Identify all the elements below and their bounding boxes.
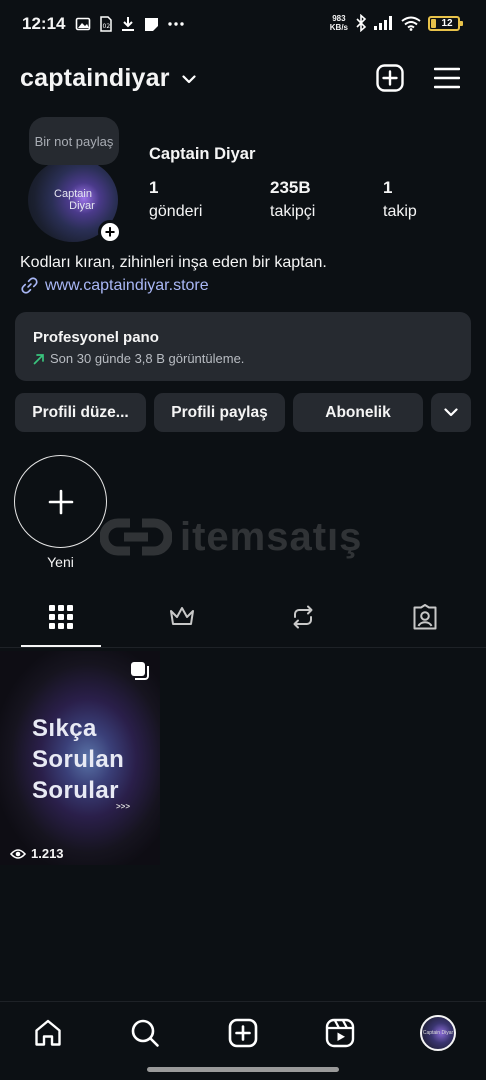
post-title-line3: Sorular xyxy=(32,777,119,804)
home-icon xyxy=(35,1019,61,1046)
stat-followers[interactable]: 235B takipçi xyxy=(270,176,383,224)
battery-level: 12 xyxy=(441,17,453,29)
post-view-count: 1.213 xyxy=(10,846,64,861)
notification-icon xyxy=(145,17,159,31)
dashboard-title: Profesyonel pano xyxy=(33,329,159,346)
trend-up-icon xyxy=(33,353,44,364)
post-title-line2: Sorulan xyxy=(32,746,125,773)
profile-stats: 1 gönderi 235B takipçi 1 takip xyxy=(149,176,417,224)
header-actions xyxy=(376,64,460,92)
post-views-value: 1.213 xyxy=(31,846,64,861)
stat-posts[interactable]: 1 gönderi xyxy=(149,176,270,224)
post-title-line1: Sıkça xyxy=(32,715,97,742)
watermark-text: itemsatış xyxy=(180,514,363,559)
status-bar: 12:14 02 983 KB/s 12 xyxy=(0,0,486,48)
reels-icon xyxy=(325,1018,355,1048)
profile-actions: Profili düze... Profili paylaş Abonelik xyxy=(15,393,471,432)
profile-avatar: Captain Diyar xyxy=(420,1015,456,1051)
note-bubble[interactable]: Bir not paylaş xyxy=(29,117,119,165)
avatar-text-line1: Captain xyxy=(54,188,92,200)
profile-header: captaindiyar xyxy=(20,58,460,98)
reposts-icon xyxy=(293,605,313,629)
svg-text:02: 02 xyxy=(103,23,111,30)
dashboard-subtitle: Son 30 günde 3,8 B görüntüleme. xyxy=(50,351,245,366)
search-icon xyxy=(131,1019,159,1047)
new-highlight[interactable]: Yeni xyxy=(14,455,107,570)
tab-subscriptions[interactable] xyxy=(142,600,222,648)
new-highlight-circle[interactable] xyxy=(14,455,107,548)
nav-profile[interactable]: Captain Diyar xyxy=(418,1013,458,1053)
home-indicator[interactable] xyxy=(147,1067,339,1072)
add-story-plus-icon[interactable]: + xyxy=(98,220,122,244)
plus-icon xyxy=(48,489,73,514)
download-icon xyxy=(122,17,135,31)
post-tile[interactable]: Sıkça Sorulan Sorular >>> 1.213 xyxy=(0,651,160,865)
status-right-icons: 983 KB/s 12 xyxy=(330,14,463,32)
more-icon xyxy=(168,22,185,26)
tagged-icon xyxy=(413,604,437,630)
create-icon xyxy=(228,1018,258,1048)
crown-icon xyxy=(170,607,194,625)
subscription-button[interactable]: Abonelik xyxy=(293,393,423,432)
nav-avatar-text: Captain Diyar xyxy=(422,1030,454,1036)
edit-profile-button[interactable]: Profili düze... xyxy=(15,393,146,432)
battery-icon: 12 xyxy=(428,15,463,31)
suggestions-toggle-button[interactable] xyxy=(431,393,471,432)
watermark: itemsatış xyxy=(100,512,390,562)
net-speed: 983 KB/s xyxy=(330,14,348,32)
nav-home[interactable] xyxy=(28,1013,68,1053)
tab-reposts[interactable] xyxy=(263,600,343,648)
signal-icon xyxy=(374,16,392,30)
status-left-icons: 02 xyxy=(75,16,185,32)
dashboard-subtitle-row: Son 30 günde 3,8 B görüntüleme. xyxy=(33,351,453,366)
nav-create[interactable] xyxy=(223,1013,263,1053)
content-tabs xyxy=(0,600,486,648)
display-name: Captain Diyar xyxy=(149,145,256,163)
website-link-text[interactable]: www.captaindiyar.store xyxy=(45,277,209,295)
sim-icon: 02 xyxy=(100,16,113,32)
profile-avatar-wrap[interactable]: Captain Diyar + xyxy=(28,158,122,244)
new-highlight-label: Yeni xyxy=(47,554,74,570)
stat-followers-label: takipçi xyxy=(270,203,316,220)
bio-text: Kodları kıran, zihinleri inşa eden bir k… xyxy=(20,254,327,271)
post-title: Sıkça Sorulan Sorular xyxy=(32,713,124,806)
watermark-logo-icon xyxy=(100,518,172,556)
eye-icon xyxy=(10,848,26,859)
stat-followers-count: 235B xyxy=(270,178,311,197)
bluetooth-icon xyxy=(356,14,367,32)
tab-tagged[interactable] xyxy=(385,600,465,648)
avatar-text-line2: Diyar xyxy=(69,200,95,212)
create-icon[interactable] xyxy=(376,64,404,92)
website-link[interactable]: www.captaindiyar.store xyxy=(20,276,209,295)
username-switcher[interactable]: captaindiyar xyxy=(20,64,170,93)
active-tab-indicator xyxy=(21,645,101,647)
professional-dashboard[interactable]: Profesyonel pano Son 30 günde 3,8 B görü… xyxy=(15,312,471,381)
chevron-down-icon[interactable] xyxy=(182,74,196,84)
carousel-icon xyxy=(131,662,149,680)
tab-grid[interactable] xyxy=(21,600,101,648)
menu-icon[interactable] xyxy=(434,67,460,89)
link-icon xyxy=(21,277,38,294)
status-time: 12:14 xyxy=(22,14,66,33)
stat-following-count: 1 xyxy=(383,178,393,197)
nav-search[interactable] xyxy=(125,1013,165,1053)
stat-following[interactable]: 1 takip xyxy=(383,176,417,224)
chevron-down-icon xyxy=(444,408,458,417)
stat-following-label: takip xyxy=(383,203,417,220)
net-speed-unit: KB/s xyxy=(329,23,348,32)
net-speed-value: 983 xyxy=(332,14,346,23)
wifi-icon xyxy=(401,16,421,31)
nav-reels[interactable] xyxy=(320,1013,360,1053)
share-profile-button[interactable]: Profili paylaş xyxy=(154,393,285,432)
grid-icon xyxy=(49,605,73,629)
photo-icon xyxy=(76,17,91,31)
stat-posts-count: 1 xyxy=(149,178,159,197)
post-more-arrows: >>> xyxy=(116,802,131,811)
stat-posts-label: gönderi xyxy=(149,203,203,220)
